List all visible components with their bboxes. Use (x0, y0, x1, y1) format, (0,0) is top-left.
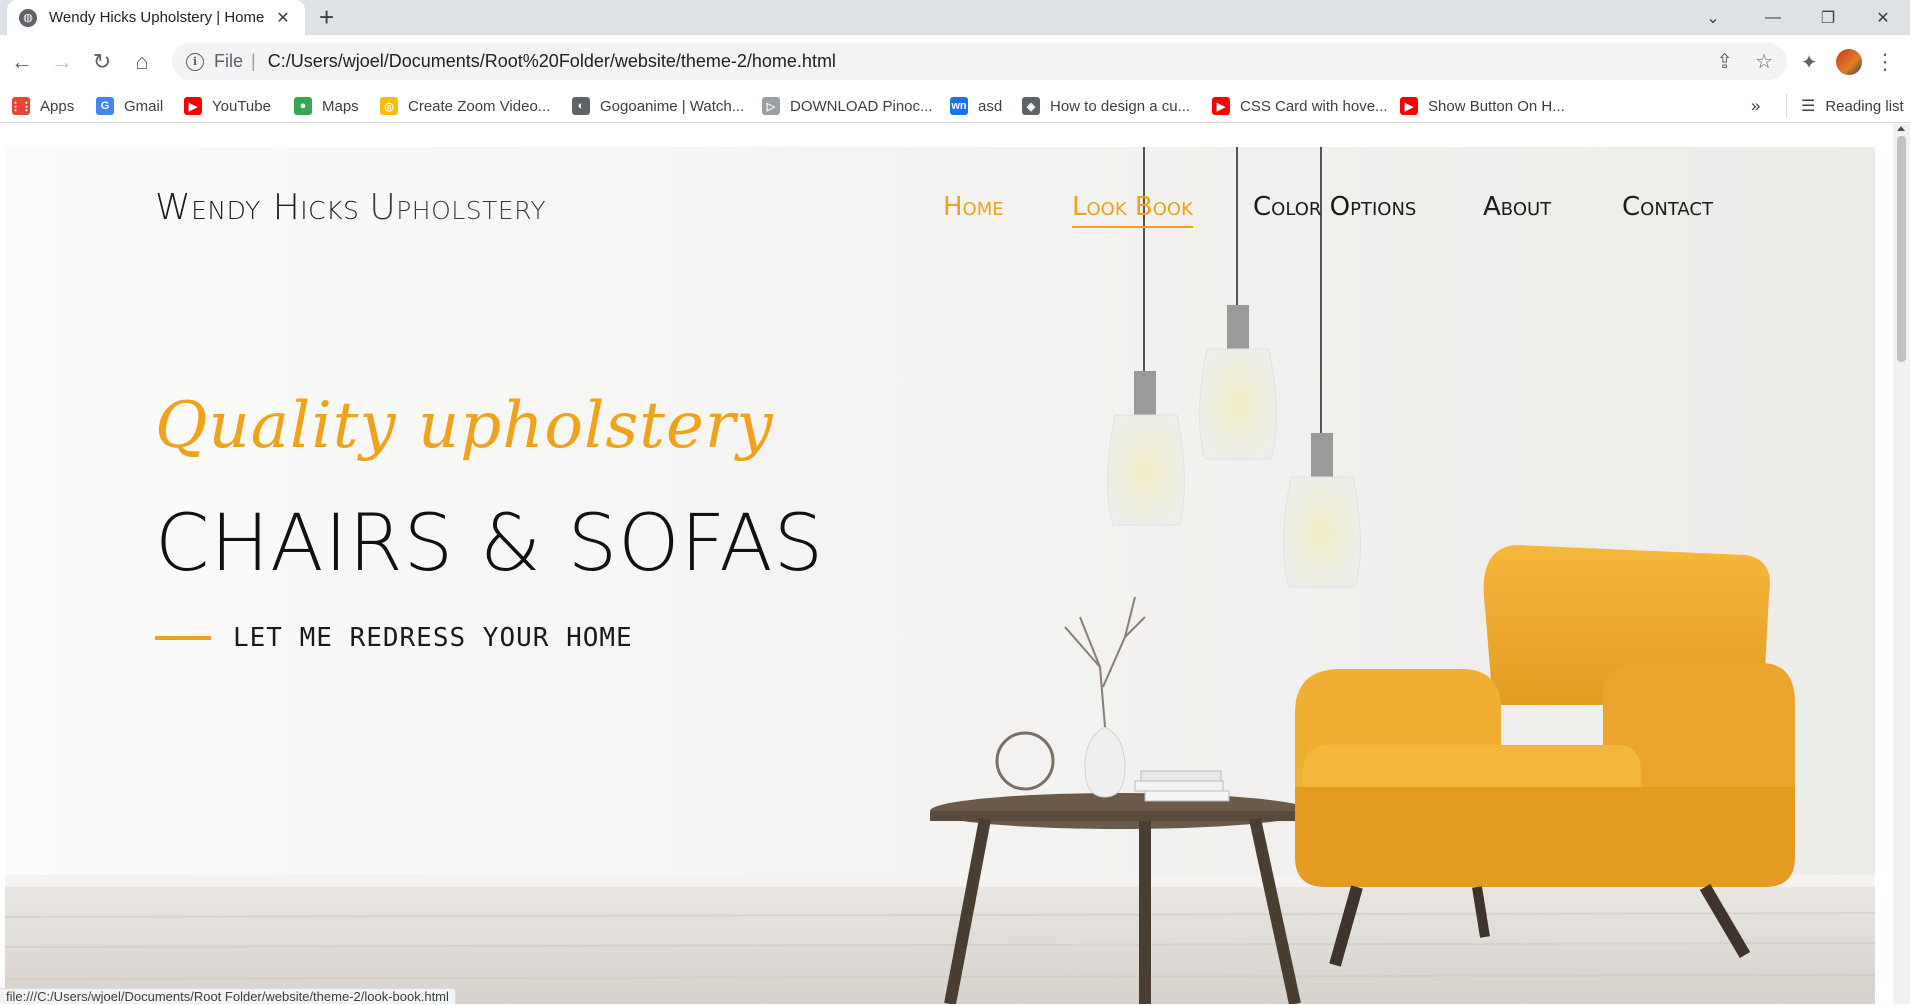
globe-icon: ◍ (19, 8, 37, 27)
browser-toolbar: ← → ↻ ⌂ i File | C:/Users/wjoel/Document… (0, 35, 1910, 88)
bookmark-maps[interactable]: ● Maps (294, 94, 359, 118)
bookmark-asd[interactable]: wn asd (950, 94, 1002, 118)
bookmarks-bar: ⋮⋮ Apps G Gmail ▶ YouTube ● Maps ◎ Create Zoom Vi… (0, 88, 1910, 123)
globe-icon: ◐ (572, 97, 590, 115)
youtube-icon: ▶ (1400, 97, 1418, 115)
hero-subline-text: LET ME REDRESS YOUR HOME (233, 623, 633, 653)
extensions-icon[interactable]: ✦ (1792, 45, 1826, 79)
tab-strip: ◍ Wendy Hicks Upholstery | Home ✕ + ⌄ — … (0, 0, 1910, 35)
minimize-icon[interactable]: — (1745, 0, 1801, 35)
bookmark-label: YouTube (212, 97, 271, 115)
chrome-store-icon: ◎ (380, 97, 398, 115)
bookmark-youtube[interactable]: ▶ YouTube (184, 94, 271, 118)
share-icon[interactable]: ⇪ (1716, 49, 1733, 74)
brand-name-first: Wendy Hicks (155, 187, 360, 228)
wn-icon: wn (950, 97, 968, 115)
bookmark-label: Show Button On H... (1428, 97, 1565, 115)
nav-color-options[interactable]: Color Options (1253, 192, 1416, 226)
forward-icon[interactable]: → (45, 45, 79, 79)
address-bar[interactable]: i File | C:/Users/wjoel/Documents/Root%2… (172, 43, 1787, 80)
nav-about[interactable]: About (1483, 192, 1551, 226)
bookmark-label: Apps (40, 97, 75, 115)
diamond-icon: ◈ (1022, 97, 1040, 115)
bookmark-how-to-design-a-cu[interactable]: ◈ How to design a cu... (1022, 94, 1190, 118)
nav-contact[interactable]: Contact (1622, 192, 1713, 226)
bookmark-gogoanime-watch[interactable]: ◐ Gogoanime | Watch... (572, 94, 744, 118)
bookmark-label: CSS Card with hove... (1240, 97, 1388, 115)
url-text[interactable]: C:/Users/wjoel/Documents/Root%20Folder/w… (268, 51, 1695, 72)
browser-tab-home[interactable]: ◍ Wendy Hicks Upholstery | Home ✕ (7, 0, 305, 35)
accent-dash (155, 636, 211, 640)
reading-list-label: Reading list (1825, 97, 1904, 115)
brand-name-second: Upholstery (369, 187, 547, 228)
bookmark-label: asd (978, 97, 1003, 115)
page-viewport: Wendy Hicks Upholstery Home Look Book Col… (0, 124, 1910, 1004)
nav-look-book[interactable]: Look Book (1072, 192, 1193, 228)
site-info-icon[interactable]: i (186, 52, 204, 71)
scroll-up-arrow-icon[interactable] (1897, 126, 1905, 131)
page-scrollbar[interactable] (1893, 124, 1910, 1004)
restore-icon[interactable]: ❐ (1800, 0, 1856, 35)
url-separator: | (251, 51, 256, 71)
bookmark-label: Gmail (124, 97, 164, 115)
hero-tagline: Quality upholstery (155, 389, 774, 463)
nav-home[interactable]: Home (943, 192, 1004, 226)
youtube-icon: ▶ (1212, 97, 1230, 115)
youtube-icon: ▶ (184, 97, 202, 115)
home-icon[interactable]: ⌂ (125, 45, 159, 79)
apps-grid-icon: ⋮⋮ (10, 97, 32, 115)
tab-close-icon[interactable]: ✕ (273, 8, 293, 28)
tab-title: Wendy Hicks Upholstery | Home (49, 9, 265, 26)
video-icon: ▷ (762, 97, 780, 115)
avatar-image (1836, 49, 1862, 75)
window-close-icon[interactable]: ✕ (1855, 0, 1910, 35)
tab-search-icon[interactable]: ⌄ (1685, 0, 1741, 35)
bookmark-star-icon[interactable]: ☆ (1755, 49, 1773, 74)
bookmark-label: How to design a cu... (1050, 97, 1191, 115)
browser-menu-icon[interactable]: ⋮ (1870, 45, 1900, 79)
site-logo[interactable]: Wendy Hicks Upholstery (155, 187, 546, 228)
reading-list-button[interactable]: ☰ Reading list (1786, 94, 1904, 118)
back-icon[interactable]: ← (5, 45, 39, 79)
hero-subline: LET ME REDRESS YOUR HOME (155, 623, 633, 653)
bookmark-gmail[interactable]: G Gmail (96, 94, 163, 118)
bookmark-label: Create Zoom Video... (408, 97, 551, 115)
bookmark-label: Maps (322, 97, 359, 115)
url-scheme: File (214, 51, 244, 71)
bookmarks-overflow-icon[interactable]: » (1751, 94, 1760, 118)
bookmark-apps[interactable]: ⋮⋮ Apps (10, 94, 75, 118)
reload-icon[interactable]: ↻ (85, 45, 119, 79)
bookmark-download-pinoc[interactable]: ▷ DOWNLOAD Pinoc... (762, 94, 933, 118)
status-bar-url: file:///C:/Users/wjoel/Documents/Root Fo… (0, 988, 456, 1004)
bookmark-label: Gogoanime | Watch... (600, 97, 745, 115)
hero-headline: CHAIRS & SOFAS (155, 499, 825, 589)
profile-avatar[interactable] (1832, 45, 1866, 79)
new-tab-icon[interactable]: + (319, 2, 334, 32)
bookmark-create-zoom-video[interactable]: ◎ Create Zoom Video... (380, 94, 550, 118)
hero-section: Wendy Hicks Upholstery Home Look Book Col… (5, 147, 1875, 1004)
google-icon: G (96, 97, 114, 115)
maps-pin-icon: ● (294, 97, 312, 115)
scrollbar-thumb[interactable] (1897, 136, 1906, 362)
bookmark-css-card-with-hove[interactable]: ▶ CSS Card with hove... (1212, 94, 1388, 118)
bookmark-label: DOWNLOAD Pinoc... (790, 97, 933, 115)
reading-list-icon: ☰ (1801, 98, 1816, 115)
bookmark-show-button-on-h[interactable]: ▶ Show Button On H... (1400, 94, 1565, 118)
